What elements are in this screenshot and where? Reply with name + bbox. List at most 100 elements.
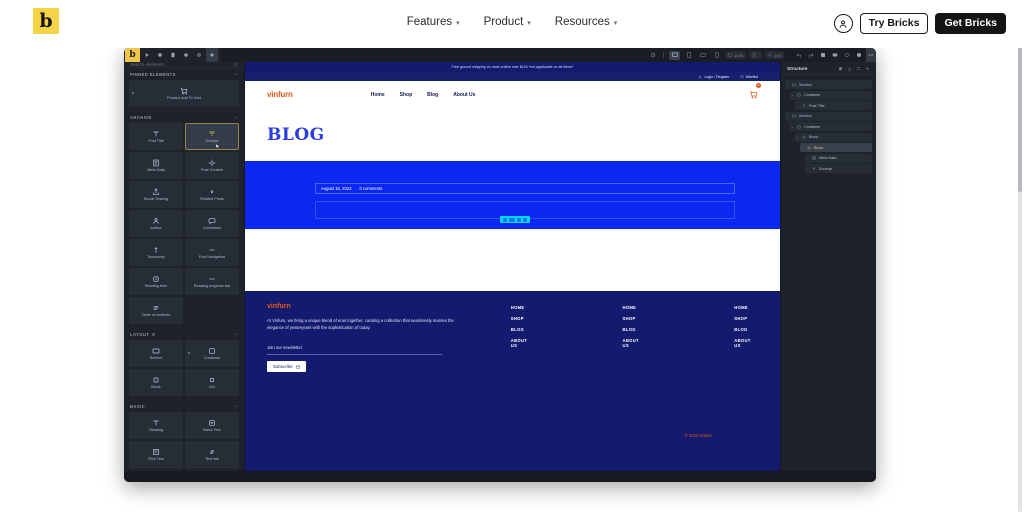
nav-item-product[interactable]: Product ▾ — [484, 16, 531, 28]
get-bricks-button[interactable]: Get Bricks — [935, 13, 1006, 35]
more-icon[interactable] — [866, 48, 876, 62]
cart-icon[interactable]: 0 — [749, 82, 761, 104]
tree-node-container[interactable]: ⌄ Container — [790, 90, 872, 100]
element-card-text-link[interactable]: Text link — [185, 441, 239, 468]
desktop-breakpoint-button[interactable] — [669, 50, 681, 60]
try-bricks-button[interactable]: Try Bricks — [859, 13, 929, 35]
mobile-landscape-breakpoint-button[interactable] — [697, 51, 708, 60]
section-header-basic[interactable]: BASIC ⌄ — [124, 400, 244, 412]
footer-link-blog[interactable]: BLOG — [734, 327, 758, 332]
undo-icon[interactable] — [794, 48, 804, 62]
tree-node-excerpt[interactable]: Excerpt — [805, 164, 872, 173]
menu-item-about-us[interactable]: About Us — [453, 92, 475, 98]
footer-link-shop[interactable]: SHOP — [734, 316, 758, 321]
element-card-comments[interactable]: Comments — [185, 210, 239, 237]
zoom-field[interactable]: 100 — [765, 51, 784, 59]
footer-link-about-us[interactable]: ABOUT US — [511, 338, 535, 348]
chevron-down-icon[interactable]: ⌄ — [790, 125, 795, 129]
tree-node-block[interactable]: ⌄ Block — [795, 132, 872, 142]
footer-link-blog[interactable]: BLOG — [623, 327, 647, 332]
collapse-icon[interactable] — [856, 66, 861, 71]
site-logo[interactable]: vinfurn — [267, 90, 293, 99]
history-icon[interactable] — [647, 51, 658, 60]
element-card-social-sharing[interactable]: Social Sharing — [129, 181, 183, 208]
layers-icon[interactable] — [830, 48, 840, 62]
menu-item-blog[interactable]: Blog — [427, 92, 438, 98]
nav-item-features[interactable]: Features ▾ — [407, 16, 460, 28]
account-circle-icon[interactable] — [833, 14, 853, 34]
chevron-down-icon[interactable]: ⌄ — [785, 114, 790, 118]
chevron-down-icon[interactable]: ⌄ — [800, 146, 805, 150]
element-card-related-posts[interactable]: Related Posts — [185, 181, 239, 208]
plus-icon[interactable] — [206, 48, 218, 62]
tree-node-meta-data[interactable]: Meta Data — [805, 153, 872, 163]
element-card-heading[interactable]: Heading — [129, 412, 183, 439]
page-icon[interactable] — [167, 48, 179, 62]
import-icon[interactable] — [847, 66, 852, 71]
element-card-post-title[interactable]: Post Title — [129, 123, 183, 150]
redo-icon[interactable] — [806, 48, 816, 62]
section-header-archive[interactable]: ARCHIVE ⌄ — [124, 111, 244, 123]
gear-icon[interactable] — [193, 48, 205, 62]
subscribe-button[interactable]: Subscribe — [267, 361, 306, 373]
editor-logo-icon[interactable]: b — [125, 48, 140, 62]
delete-icon[interactable] — [523, 217, 527, 222]
canvas-width-field[interactable]: 1045 — [725, 51, 746, 59]
chevron-down-icon[interactable]: ⌄ — [795, 135, 800, 139]
nav-item-resources[interactable]: Resources ▾ — [555, 16, 617, 28]
chevron-down-icon[interactable]: ⌄ — [785, 83, 790, 87]
footer-link-home[interactable]: HOME — [511, 305, 535, 310]
newsletter-input-rule[interactable] — [267, 353, 442, 355]
footer-logo[interactable]: vinfurn — [267, 303, 456, 310]
login-register-link[interactable]: Login / Register — [698, 75, 730, 79]
tree-node-section[interactable]: ⌄ Section — [785, 111, 872, 121]
tablet-portrait-breakpoint-button[interactable] — [683, 51, 694, 60]
element-card-product-add-to-cart[interactable]: Product Add To Cart — [129, 80, 239, 107]
chevron-down-icon[interactable]: ⌄ — [790, 93, 795, 97]
element-card-block[interactable]: Block — [129, 369, 183, 396]
save-icon[interactable] — [818, 48, 828, 62]
element-card-meta-data[interactable]: Meta Data — [129, 152, 183, 179]
menu-item-shop[interactable]: Shop — [400, 92, 413, 98]
element-card-reading-time[interactable]: Reading time — [129, 268, 183, 295]
element-card-author[interactable]: Author — [129, 210, 183, 237]
mobile-portrait-breakpoint-button[interactable] — [711, 51, 722, 60]
globe-icon[interactable] — [180, 48, 192, 62]
add-icon[interactable] — [865, 66, 870, 71]
element-card-basic-text[interactable]: Basic Text — [185, 412, 239, 439]
element-card-reading-progress-bar[interactable]: Reading progress bar — [185, 268, 239, 295]
tree-node-container[interactable]: ⌄ Container — [790, 122, 872, 131]
footer-link-home[interactable]: HOME — [734, 305, 758, 310]
element-card-post-navigation[interactable]: Post Navigation — [185, 239, 239, 266]
tree-node-post-title[interactable]: Post Title — [795, 101, 872, 110]
play-icon[interactable] — [141, 48, 153, 62]
footer-link-about-us[interactable]: ABOUT US — [623, 338, 647, 348]
scrollbar-thumb[interactable] — [1018, 42, 1022, 192]
footer-link-home[interactable]: HOME — [623, 305, 647, 310]
delete-icon[interactable] — [838, 66, 843, 71]
element-card-container[interactable]: Container — [185, 340, 239, 367]
page-scrollbar[interactable] — [1018, 42, 1022, 512]
element-card-table-of-contents[interactable]: Table of contents — [129, 297, 183, 324]
post-meta-row[interactable]: August 15, 2023 0 comments — [315, 183, 735, 194]
canvas-height-field[interactable]: - — [748, 51, 763, 59]
element-card-taxonomy[interactable]: Taxonomy — [129, 239, 183, 266]
element-card-post-content[interactable]: Post Content — [185, 152, 239, 179]
help-icon[interactable] — [854, 48, 864, 62]
bricks-logo[interactable]: b — [33, 8, 59, 34]
element-card-rich-text[interactable]: Rich Text — [129, 441, 183, 468]
element-card-div[interactable]: Div — [185, 369, 239, 396]
section-header-layout[interactable]: LAYOUT ⌄ — [124, 328, 244, 340]
tree-node-block[interactable]: ⌄ Block — [800, 143, 872, 152]
menu-item-home[interactable]: Home — [371, 92, 385, 98]
footer-link-blog[interactable]: BLOG — [511, 327, 535, 332]
eye-icon[interactable] — [842, 48, 852, 62]
section-header-pinned-elements[interactable]: PINNED ELEMENTS ⌄ — [124, 68, 244, 80]
footer-link-shop[interactable]: SHOP — [623, 316, 647, 321]
move-icon[interactable] — [503, 217, 507, 222]
wishlist-link[interactable]: Wishlist — [740, 75, 758, 79]
element-card-section[interactable]: Section — [129, 340, 183, 367]
footer-link-about-us[interactable]: ABOUT US — [734, 338, 758, 348]
settings-icon[interactable] — [517, 217, 521, 222]
footer-link-shop[interactable]: SHOP — [511, 316, 535, 321]
